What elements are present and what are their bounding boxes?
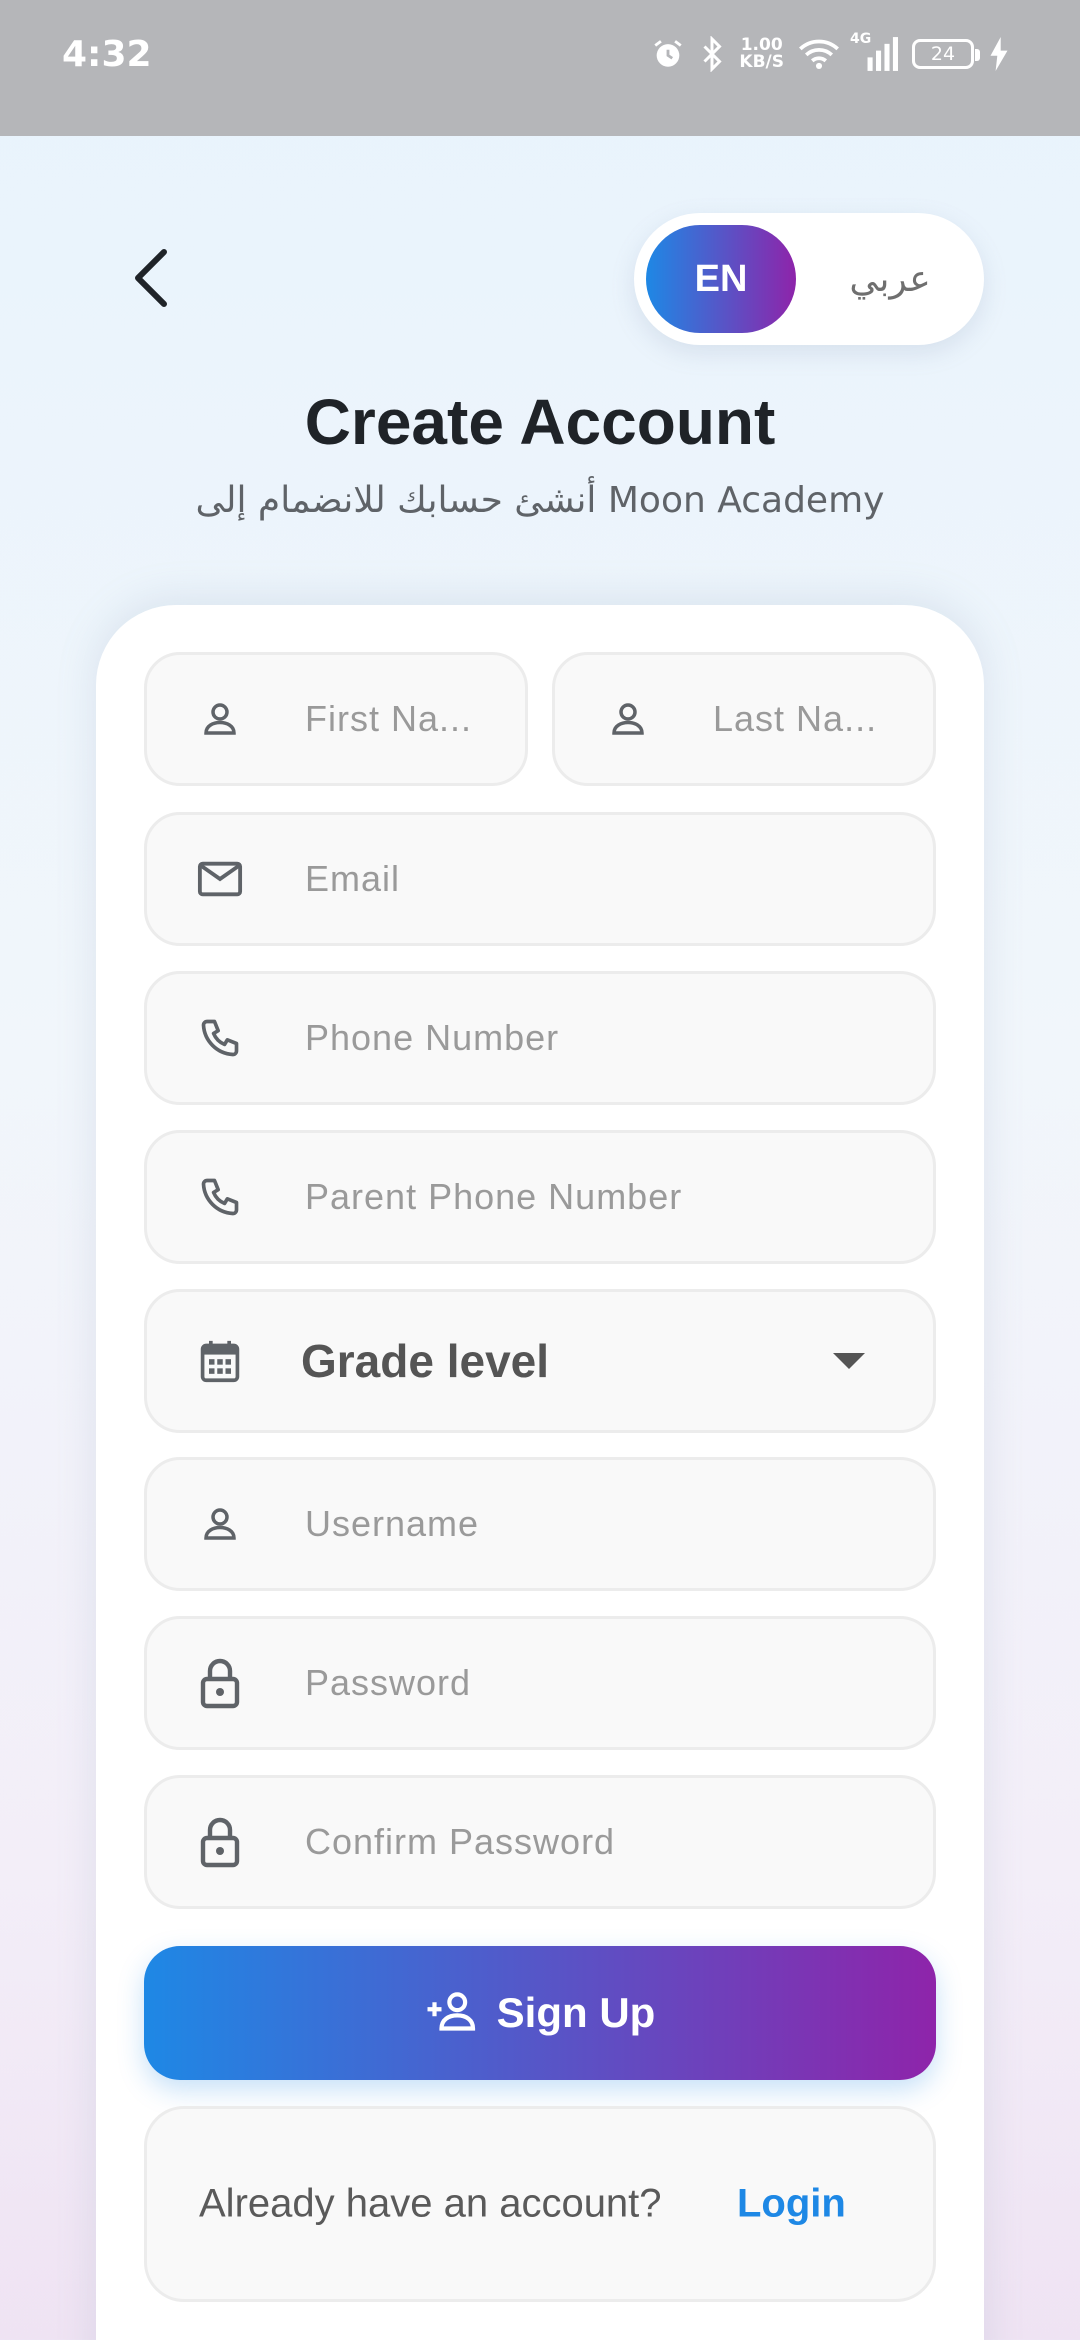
- back-button[interactable]: [118, 240, 182, 320]
- status-time: 4:32: [62, 34, 152, 75]
- phone-icon: [195, 1013, 245, 1063]
- battery-icon: 24: [912, 39, 980, 69]
- last-name-placeholder: Last Na...: [713, 698, 878, 739]
- status-bar: 4:32 1.00 KB/S 4G 24: [0, 0, 1080, 136]
- username-placeholder: Username: [305, 1503, 480, 1544]
- login-question: Already have an account?: [199, 2181, 662, 2226]
- email-field[interactable]: Email: [144, 812, 936, 946]
- last-name-field[interactable]: Last Na...: [552, 652, 936, 786]
- alarm-icon: [651, 37, 685, 71]
- login-link[interactable]: Login: [737, 2182, 846, 2227]
- password-placeholder: Password: [305, 1662, 472, 1703]
- language-toggle[interactable]: EN عربي: [634, 213, 984, 345]
- signup-button-label: Sign Up: [496, 1989, 656, 2036]
- username-field[interactable]: Username: [144, 1457, 936, 1591]
- password-field[interactable]: Password: [144, 1616, 936, 1750]
- login-prompt: Already have an account? Login: [144, 2106, 936, 2302]
- lock-icon: [195, 1817, 245, 1868]
- person-icon: [603, 694, 653, 744]
- lock-icon: [195, 1658, 245, 1709]
- phone-placeholder: Phone Number: [305, 1017, 560, 1058]
- first-name-placeholder: First Na...: [305, 698, 473, 739]
- parent-phone-field[interactable]: Parent Phone Number: [144, 1130, 936, 1264]
- email-placeholder: Email: [305, 858, 401, 899]
- grade-level-dropdown[interactable]: Grade level: [144, 1289, 936, 1433]
- page-title: Create Account: [304, 386, 776, 458]
- confirm-password-placeholder: Confirm Password: [305, 1821, 616, 1862]
- person-icon: [195, 694, 245, 744]
- lang-option-ar[interactable]: عربي: [810, 225, 970, 333]
- parent-phone-placeholder: Parent Phone Number: [305, 1176, 683, 1217]
- mail-icon: [195, 854, 245, 904]
- charging-icon: [988, 37, 1010, 71]
- status-icons: 1.00 KB/S 4G 24: [651, 31, 1010, 76]
- chevron-left-icon: [128, 246, 172, 315]
- grade-level-value: Grade level: [301, 1335, 550, 1387]
- phone-field[interactable]: Phone Number: [144, 971, 936, 1105]
- lang-option-en[interactable]: EN: [646, 225, 796, 333]
- confirm-password-field[interactable]: Confirm Password: [144, 1775, 936, 1909]
- dropdown-arrow-icon: [833, 1353, 865, 1369]
- page-subtitle: أنشئ حسابك للانضمام إلى Moon Academy: [195, 480, 885, 521]
- wifi-icon: [798, 37, 840, 71]
- first-name-field[interactable]: First Na...: [144, 652, 528, 786]
- bluetooth-icon: [699, 36, 725, 72]
- calendar-icon: [195, 1336, 245, 1386]
- person-icon: [195, 1499, 245, 1549]
- add-person-icon: [425, 1990, 479, 2037]
- network-speed: 1.00 KB/S: [739, 35, 784, 72]
- signup-button[interactable]: Sign Up: [144, 1946, 936, 2080]
- phone-icon: [195, 1172, 245, 1222]
- cellular-signal-icon: 4G: [850, 31, 898, 71]
